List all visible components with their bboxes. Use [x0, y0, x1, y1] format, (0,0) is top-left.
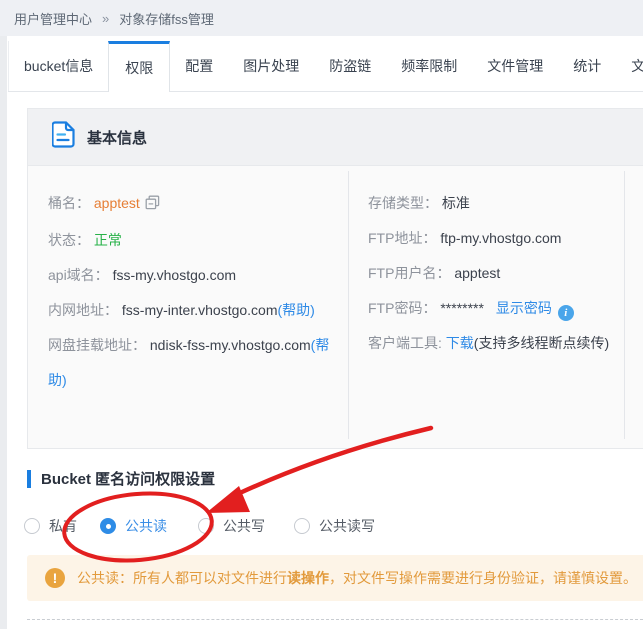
- storage-type-label: 存储类型：: [368, 195, 438, 211]
- radio-circle[interactable]: [24, 518, 40, 534]
- radio-label: 公共读写: [319, 516, 375, 536]
- radio-circle-selected[interactable]: [100, 518, 116, 534]
- tab-bar: bucket信息 权限 配置 图片处理 防盗链 频率限制 文件管理 统计 文档: [8, 41, 643, 92]
- ndisk-mount-row: 网盘挂载地址： ndisk-fss-my.vhostgo.com(帮助): [48, 328, 332, 398]
- tab-permissions[interactable]: 权限: [108, 41, 170, 92]
- status-value: 正常: [94, 232, 122, 248]
- ftp-password-value: ********: [440, 300, 484, 316]
- column-divider: [348, 171, 349, 439]
- tab-docs[interactable]: 文档: [616, 41, 643, 91]
- intranet-address-label: 内网地址：: [48, 302, 118, 318]
- client-tool-label: 客户端工具:: [368, 335, 442, 351]
- ndisk-mount-label: 网盘挂载地址：: [48, 337, 146, 353]
- ftp-user-value: apptest: [454, 265, 500, 281]
- status-label: 状态：: [48, 232, 90, 248]
- api-domain-label: api域名：: [48, 267, 109, 283]
- breadcrumb-root[interactable]: 用户管理中心: [14, 9, 92, 28]
- radio-public-read-write[interactable]: 公共读写: [294, 516, 375, 536]
- bucket-name-label: 桶名：: [48, 195, 90, 211]
- warning-text: 公共读：所有人都可以对文件进行读操作，对文件写操作需要进行身份验证，请谨慎设置。: [77, 568, 637, 588]
- storage-type-value: 标准: [442, 195, 470, 211]
- ftp-user-row: FTP用户名： apptest: [368, 256, 643, 291]
- warning-banner: ! 公共读：所有人都可以对文件进行读操作，对文件写操作需要进行身份验证，请谨慎设…: [27, 555, 643, 601]
- basic-info-panel: 基本信息 桶名： apptest 状态： 正常 api域名： fss-my.vh…: [27, 108, 643, 449]
- permission-radio-group: 私有 公共读 公共写 公共读写: [0, 516, 643, 536]
- ftp-password-row: FTP密码： ******** 显示密码 i: [368, 291, 643, 326]
- basic-info-header: 基本信息: [28, 109, 643, 166]
- radio-public-read[interactable]: 公共读: [100, 516, 167, 536]
- info-icon[interactable]: i: [558, 305, 574, 321]
- breadcrumb: 用户管理中心 » 对象存储fss管理: [0, 0, 643, 36]
- ftp-password-label: FTP密码：: [368, 300, 436, 316]
- exclamation-icon: !: [45, 568, 65, 588]
- permission-section-title: Bucket 匿名访问权限设置: [27, 468, 215, 489]
- radio-dot: [106, 524, 111, 529]
- tab-hotlink-protection[interactable]: 防盗链: [314, 41, 386, 91]
- title-accent-bar: [27, 470, 31, 488]
- object-storage-management-page: 用户管理中心 » 对象存储fss管理 bucket信息 权限 配置 图片处理 防…: [0, 0, 643, 629]
- tab-image-processing[interactable]: 图片处理: [228, 41, 314, 91]
- download-link[interactable]: 下载: [446, 335, 474, 351]
- storage-type-row: 存储类型： 标准: [368, 186, 643, 221]
- show-password-link[interactable]: 显示密码: [496, 300, 552, 316]
- breadcrumb-separator: »: [102, 11, 109, 26]
- intranet-address-row: 内网地址： fss-my-inter.vhostgo.com(帮助): [48, 293, 332, 328]
- ftp-user-label: FTP用户名：: [368, 265, 450, 281]
- client-tool-note: (支持多线程断点续传): [474, 335, 609, 351]
- info-column-left: 桶名： apptest 状态： 正常 api域名： fss-my.vhostgo…: [48, 186, 332, 398]
- page-left-margin: [0, 36, 7, 629]
- info-column-right: 存储类型： 标准 FTP地址： ftp-my.vhostgo.com FTP用户…: [368, 186, 643, 361]
- tab-file-management[interactable]: 文件管理: [472, 41, 558, 91]
- api-domain-row: api域名： fss-my.vhostgo.com: [48, 258, 332, 293]
- ftp-address-value: ftp-my.vhostgo.com: [440, 230, 561, 246]
- dashed-divider: [27, 619, 643, 620]
- tab-rate-limit[interactable]: 频率限制: [386, 41, 472, 91]
- ftp-address-row: FTP地址： ftp-my.vhostgo.com: [368, 221, 643, 256]
- ftp-address-label: FTP地址：: [368, 230, 436, 246]
- intranet-address-value: fss-my-inter.vhostgo.com: [122, 302, 278, 318]
- client-tool-row: 客户端工具: 下载(支持多线程断点续传): [368, 326, 643, 361]
- tab-bucket-info[interactable]: bucket信息: [8, 41, 108, 91]
- tab-statistics[interactable]: 统计: [558, 41, 616, 91]
- permission-title-text: Bucket 匿名访问权限设置: [41, 468, 215, 489]
- api-domain-value: fss-my.vhostgo.com: [113, 267, 236, 283]
- ndisk-mount-value: ndisk-fss-my.vhostgo.com: [150, 337, 311, 353]
- red-arrow-head: [206, 486, 250, 513]
- copy-icon[interactable]: [145, 188, 160, 223]
- radio-public-write[interactable]: 公共写: [198, 516, 265, 536]
- document-icon: [52, 121, 75, 153]
- radio-circle[interactable]: [294, 518, 310, 534]
- basic-info-title: 基本信息: [87, 127, 147, 148]
- status-row: 状态： 正常: [48, 223, 332, 258]
- radio-circle[interactable]: [198, 518, 214, 534]
- intranet-help-link[interactable]: (帮助): [278, 302, 315, 318]
- radio-label: 私有: [49, 516, 77, 536]
- breadcrumb-current: 对象存储fss管理: [119, 9, 214, 28]
- bucket-name-value: apptest: [94, 195, 140, 211]
- tab-config[interactable]: 配置: [170, 41, 228, 91]
- radio-label: 公共读: [125, 516, 167, 536]
- bucket-name-row: 桶名： apptest: [48, 186, 332, 223]
- radio-private[interactable]: 私有: [24, 516, 77, 536]
- radio-label: 公共写: [223, 516, 265, 536]
